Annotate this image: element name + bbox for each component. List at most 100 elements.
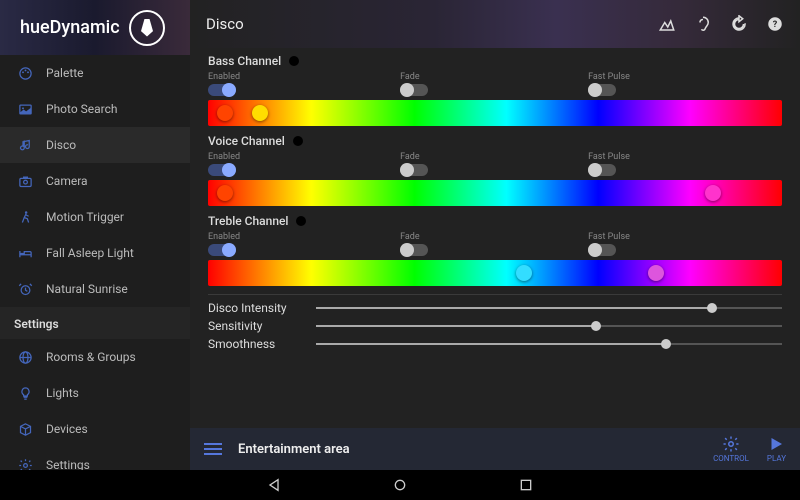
header: Disco ?: [190, 0, 800, 48]
sidebar-item-motion-trigger[interactable]: Motion Trigger: [0, 199, 190, 235]
spectrum-handle[interactable]: [648, 265, 664, 281]
divider: [208, 294, 782, 295]
back-icon[interactable]: [266, 477, 282, 493]
channel-title: Bass Channel: [208, 54, 782, 68]
spectrum-handle[interactable]: [217, 185, 233, 201]
app-name: hueDynamic: [20, 17, 120, 38]
home-icon[interactable]: [392, 477, 408, 493]
toggle-enabled[interactable]: [208, 164, 236, 176]
slider-thumb[interactable]: [707, 303, 717, 313]
bulb-icon: [18, 386, 46, 401]
toggle-fade[interactable]: [400, 244, 428, 256]
toggle-label-fade: Fade: [400, 232, 428, 242]
help-icon[interactable]: ?: [766, 15, 784, 33]
sidebar-item-fall-asleep-light[interactable]: Fall Asleep Light: [0, 235, 190, 271]
android-navbar: [0, 470, 800, 500]
slider-disco-intensity: Disco Intensity: [208, 301, 782, 315]
spectrum-handle[interactable]: [217, 105, 233, 121]
sidebar-item-photo-search[interactable]: Photo Search: [0, 91, 190, 127]
toggle-label-fade: Fade: [400, 72, 428, 82]
sidebar: hueDynamic Palette Photo Search Disco Camer…: [0, 0, 190, 470]
nav-label: Palette: [46, 66, 84, 80]
spectrum-slider[interactable]: [208, 180, 782, 206]
nav-label: Devices: [46, 422, 88, 436]
slider-thumb[interactable]: [591, 321, 601, 331]
toggle-label-enabled: Enabled: [208, 72, 240, 82]
toggle-label-enabled: Enabled: [208, 232, 240, 242]
toggle-label-fastpulse: Fast Pulse: [588, 232, 630, 242]
bottom-bar: Entertainment area CONTROL PLAY: [190, 428, 800, 470]
toggle-label-fade: Fade: [400, 152, 428, 162]
image-icon: [18, 102, 46, 117]
sidebar-item-camera[interactable]: Camera: [0, 163, 190, 199]
toggle-fastpulse[interactable]: [588, 164, 616, 176]
bed-icon: [18, 246, 46, 261]
nav-label: Natural Sunrise: [46, 282, 128, 296]
control-button[interactable]: CONTROL: [713, 435, 749, 463]
sidebar-settings-devices[interactable]: Devices: [0, 411, 190, 447]
nav-label: Motion Trigger: [46, 210, 124, 224]
slider-track[interactable]: [316, 343, 782, 345]
channel-indicator-dot: [296, 216, 306, 226]
toggle-fade[interactable]: [400, 84, 428, 96]
toggle-enabled[interactable]: [208, 84, 236, 96]
sidebar-settings-rooms-&-groups[interactable]: Rooms & Groups: [0, 339, 190, 375]
ear-icon[interactable]: [694, 15, 712, 33]
slider-label: Smoothness: [208, 337, 308, 351]
spectrum-handle[interactable]: [252, 105, 268, 121]
nav-label: Disco: [46, 138, 76, 152]
walk-icon: [18, 210, 46, 225]
palette-icon: [18, 66, 46, 81]
globe-icon: [18, 350, 46, 365]
nav-label: Fall Asleep Light: [46, 246, 134, 260]
play-button[interactable]: PLAY: [767, 435, 786, 463]
refresh-icon[interactable]: [730, 15, 748, 33]
sidebar-item-disco[interactable]: Disco: [0, 127, 190, 163]
gear-icon: [18, 458, 46, 471]
channel-indicator-dot: [289, 56, 299, 66]
channel-treble-channel: Treble Channel Enabled Fade Fast Pulse: [208, 214, 782, 286]
slider-thumb[interactable]: [661, 339, 671, 349]
slider-track[interactable]: [316, 307, 782, 309]
nav-label: Lights: [46, 386, 79, 400]
toggle-fade[interactable]: [400, 164, 428, 176]
alarm-icon: [18, 282, 46, 297]
slider-smoothness: Smoothness: [208, 337, 782, 351]
channel-bass-channel: Bass Channel Enabled Fade Fast Pulse: [208, 54, 782, 126]
logo-area: hueDynamic: [0, 0, 190, 55]
spectrum-handle[interactable]: [516, 265, 532, 281]
music-note-icon: [18, 138, 46, 153]
toggle-enabled[interactable]: [208, 244, 236, 256]
sidebar-settings-lights[interactable]: Lights: [0, 375, 190, 411]
toggle-fastpulse[interactable]: [588, 244, 616, 256]
hamburger-icon[interactable]: [204, 442, 222, 456]
spectrum-handle[interactable]: [705, 185, 721, 201]
sidebar-settings-settings[interactable]: Settings: [0, 447, 190, 470]
nav-label: Camera: [46, 174, 88, 188]
main-panel: Disco ? Bass Channel Enabled Fade Fast Pul…: [190, 0, 800, 470]
toggle-fastpulse[interactable]: [588, 84, 616, 96]
channel-title: Voice Channel: [208, 134, 782, 148]
sidebar-section-settings: Settings: [0, 307, 190, 339]
channel-voice-channel: Voice Channel EnabledFadeFast Pulse: [208, 134, 782, 206]
entertainment-area-label[interactable]: Entertainment area: [238, 442, 695, 457]
channel-title: Treble Channel: [208, 214, 782, 228]
logo-bulb-icon: [129, 10, 165, 46]
page-title: Disco: [206, 15, 658, 33]
toggle-label-fastpulse: Fast Pulse: [588, 72, 630, 82]
mountain-icon[interactable]: [658, 15, 676, 33]
camera-icon: [18, 174, 46, 189]
slider-track[interactable]: [316, 325, 782, 327]
sidebar-item-natural-sunrise[interactable]: Natural Sunrise: [0, 271, 190, 307]
nav-label: Photo Search: [46, 102, 118, 116]
nav-label: Rooms & Groups: [46, 350, 136, 364]
spectrum-slider[interactable]: [208, 260, 782, 286]
slider-label: Disco Intensity: [208, 301, 308, 315]
slider-sensitivity: Sensitivity: [208, 319, 782, 333]
channel-indicator-dot: [293, 136, 303, 146]
recent-icon[interactable]: [518, 477, 534, 493]
sidebar-item-palette[interactable]: Palette: [0, 55, 190, 91]
svg-text:?: ?: [773, 20, 778, 30]
spectrum-slider[interactable]: [208, 100, 782, 126]
toggle-label-fastpulse: Fast Pulse: [588, 152, 630, 162]
